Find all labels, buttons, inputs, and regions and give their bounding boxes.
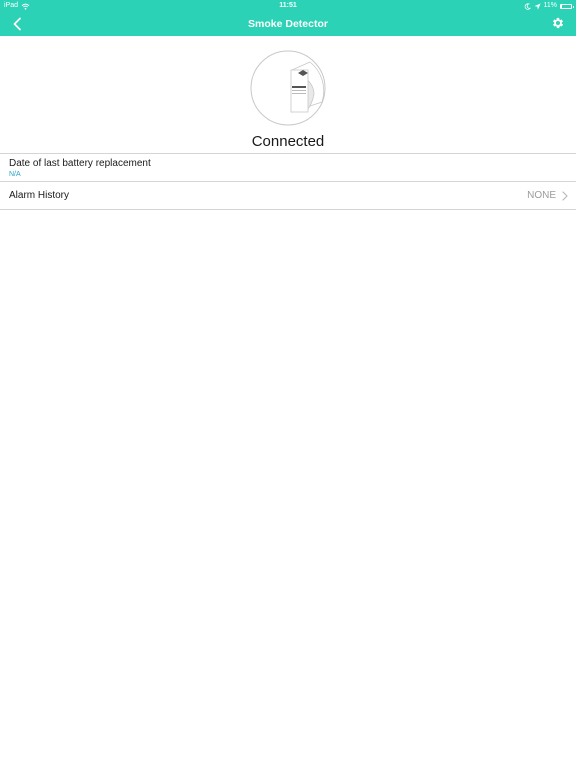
alarm-history-row[interactable]: Alarm History NONE [0, 182, 576, 209]
battery-replacement-row: Date of last battery replacement N/A [0, 155, 576, 181]
page-title: Smoke Detector [248, 18, 328, 30]
battery-replacement-label: Date of last battery replacement [9, 158, 151, 169]
app-screen: iPad 11:51 11% Smoke Detector Connected … [0, 0, 576, 768]
status-right: 11% [524, 0, 574, 12]
status-time: 11:51 [279, 2, 297, 9]
alarm-history-label: Alarm History [9, 190, 70, 201]
settings-button[interactable] [551, 16, 565, 30]
gear-icon [552, 17, 564, 29]
smoke-detector-illustration [250, 50, 326, 126]
moon-icon [524, 2, 531, 10]
smoke-detector-icon [250, 50, 326, 126]
battery-level-fill [561, 4, 563, 8]
chevron-right-icon [562, 191, 568, 201]
divider [0, 153, 576, 154]
connection-status: Connected [251, 133, 325, 150]
battery-percent: 11% [543, 2, 558, 9]
alarm-history-value: NONE [527, 190, 556, 201]
divider [0, 209, 576, 210]
battery-icon [560, 3, 574, 9]
nav-bar: Smoke Detector [0, 12, 576, 36]
top-bar: iPad 11:51 11% Smoke Detector [0, 0, 576, 36]
status-bar: iPad 11:51 11% [0, 0, 576, 12]
battery-replacement-value: N/A [9, 171, 21, 178]
location-arrow-icon [533, 2, 541, 10]
